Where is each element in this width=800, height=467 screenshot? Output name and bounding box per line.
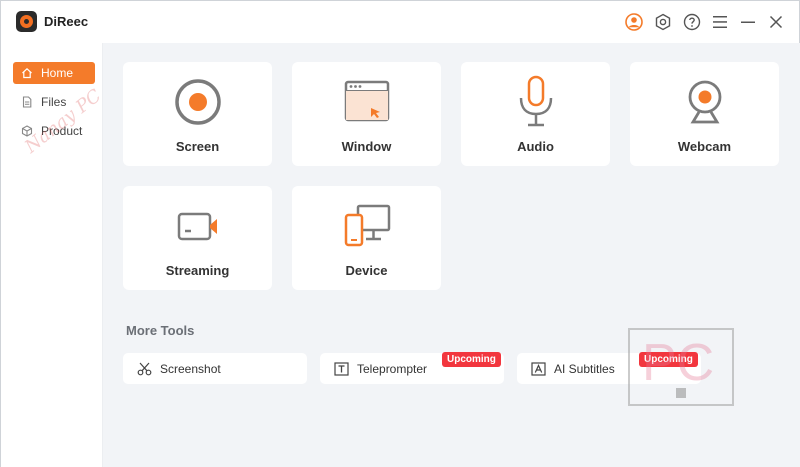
microphone-icon (508, 74, 564, 130)
upcoming-badge: Upcoming (639, 352, 698, 367)
card-label: Screen (175, 139, 220, 154)
file-icon (21, 96, 33, 108)
more-tools-heading: More Tools (126, 323, 195, 338)
streaming-record-card[interactable]: Streaming (123, 186, 272, 290)
ai-subtitles-tool-button[interactable]: AI Subtitles Upcoming (517, 352, 701, 384)
card-label: Streaming (165, 263, 230, 278)
sidebar: Home Files Product (1, 43, 103, 467)
card-label: Webcam (677, 139, 732, 154)
record-icon (170, 74, 226, 130)
device-record-card[interactable]: Device (292, 186, 441, 290)
cube-icon (21, 125, 33, 137)
card-label: Window (341, 139, 392, 154)
sidebar-item-home[interactable]: Home (13, 62, 95, 84)
user-account-icon[interactable] (625, 13, 643, 31)
window-record-card[interactable]: Window (292, 62, 441, 166)
tool-label: Screenshot (160, 361, 221, 376)
upcoming-badge: Upcoming (442, 352, 501, 367)
window-icon (339, 74, 395, 130)
app-logo-icon (16, 11, 37, 32)
sidebar-item-label: Files (41, 95, 67, 109)
sidebar-item-product[interactable]: Product (13, 120, 95, 142)
sidebar-item-label: Home (41, 66, 74, 80)
tool-label: Teleprompter (357, 361, 428, 376)
title-bar: DiReec (1, 1, 799, 43)
main-content: Screen Window Audio Webcam Streaming Dev… (103, 43, 800, 467)
device-icon (339, 198, 395, 254)
subtitle-box-icon (531, 361, 546, 376)
streaming-camera-icon (170, 198, 226, 254)
help-icon[interactable] (683, 13, 701, 31)
sidebar-item-label: Product (41, 124, 83, 138)
text-box-icon (334, 361, 349, 376)
menu-icon[interactable] (711, 13, 729, 31)
app-window: DiReec Home Files Product Screen Window … (0, 0, 800, 467)
screen-record-card[interactable]: Screen (123, 62, 272, 166)
app-title: DiReec (44, 14, 89, 29)
settings-icon[interactable] (654, 13, 672, 31)
card-label: Device (345, 263, 388, 278)
scissors-icon (137, 362, 152, 376)
audio-record-card[interactable]: Audio (461, 62, 610, 166)
teleprompter-tool-button[interactable]: Teleprompter Upcoming (320, 352, 504, 384)
close-icon[interactable] (767, 13, 785, 31)
card-label: Audio (517, 139, 554, 154)
webcam-record-card[interactable]: Webcam (630, 62, 779, 166)
home-icon (21, 67, 33, 79)
screenshot-tool-button[interactable]: Screenshot (123, 353, 307, 384)
sidebar-item-files[interactable]: Files (13, 91, 95, 113)
minimize-icon[interactable] (739, 13, 757, 31)
webcam-icon (677, 74, 733, 130)
tool-label: AI Subtitles (554, 361, 615, 376)
